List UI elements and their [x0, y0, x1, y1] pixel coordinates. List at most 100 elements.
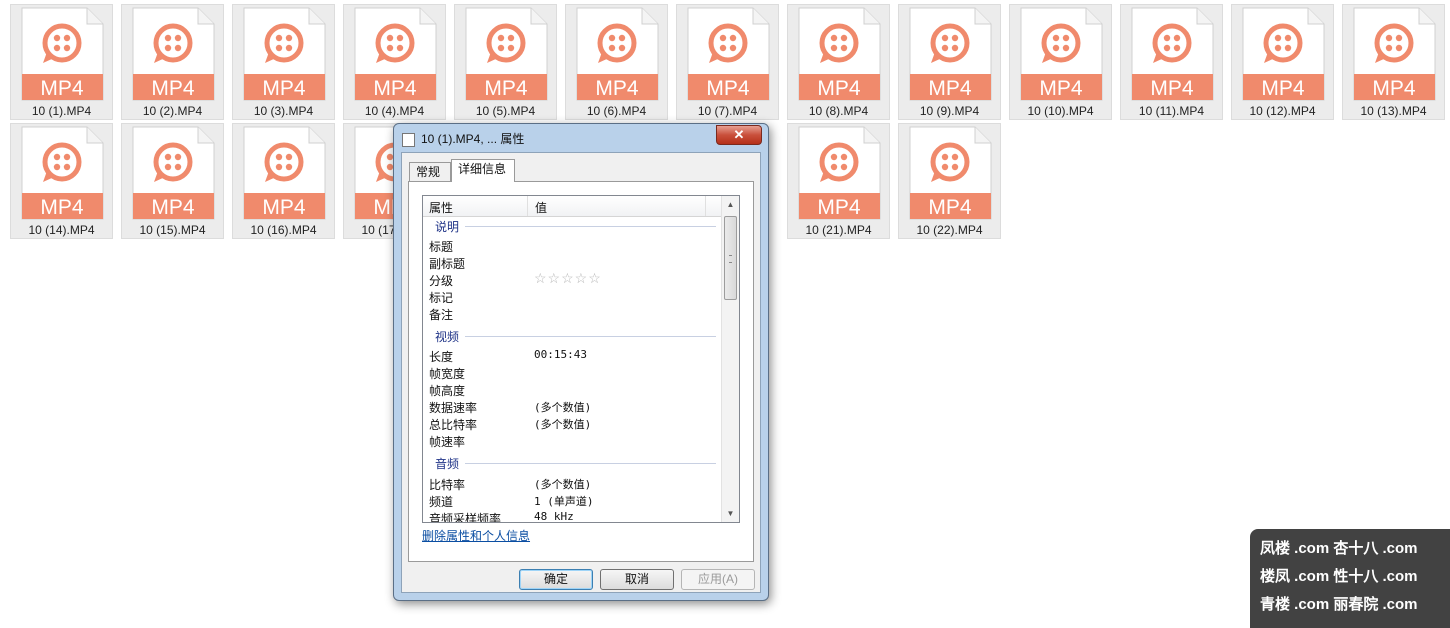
row-frame-width[interactable]: 帧宽度 [429, 364, 716, 381]
video-file-icon: MP4 [21, 126, 104, 220]
property-list[interactable]: 属性 值 说明 标题 副标题 分级 ☆☆☆☆☆ 标记 备注 视频 长度 00:15:… [422, 195, 740, 523]
file-properties-icon [402, 132, 415, 147]
file-tile[interactable]: MP4 10 (8).MP4 [787, 4, 890, 120]
close-button[interactable]: ✕ [716, 125, 762, 145]
row-tags[interactable]: 标记 [429, 288, 716, 305]
scroll-thumb[interactable] [724, 216, 737, 300]
video-file-icon: MP4 [909, 7, 992, 101]
video-file-icon: MP4 [21, 7, 104, 101]
ok-button[interactable]: 确定 [519, 569, 593, 590]
file-tile[interactable]: MP4 10 (11).MP4 [1120, 4, 1223, 120]
file-tile[interactable]: MP4 10 (3).MP4 [232, 4, 335, 120]
group-label: 说明 [435, 220, 460, 234]
file-tile[interactable]: MP4 10 (4).MP4 [343, 4, 446, 120]
file-badge: MP4 [151, 77, 195, 100]
file-badge: MP4 [928, 77, 972, 100]
file-tile[interactable]: MP4 10 (5).MP4 [454, 4, 557, 120]
file-name: 10 (16).MP4 [250, 223, 317, 237]
column-property[interactable]: 属性 [429, 199, 453, 216]
file-badge: MP4 [1372, 77, 1416, 100]
file-badge: MP4 [1261, 77, 1305, 100]
row-frame-rate[interactable]: 帧速率 [429, 432, 716, 449]
file-badge: MP4 [484, 77, 528, 100]
video-file-icon: MP4 [243, 126, 326, 220]
file-badge: MP4 [817, 77, 861, 100]
row-bitrate[interactable]: 比特率 (多个数值) [429, 475, 716, 492]
group-label: 视频 [435, 330, 460, 344]
file-name: 10 (12).MP4 [1249, 104, 1316, 118]
video-file-icon: MP4 [354, 7, 437, 101]
file-tile[interactable]: MP4 10 (22).MP4 [898, 123, 1001, 239]
video-file-icon: MP4 [465, 7, 548, 101]
file-tile[interactable]: MP4 10 (9).MP4 [898, 4, 1001, 120]
watermark-line: 青楼 .com 丽春院 .com [1260, 596, 1418, 613]
file-tile[interactable]: MP4 10 (12).MP4 [1231, 4, 1334, 120]
tab-details[interactable]: 详细信息 [451, 159, 515, 182]
row-value: 1 (单声道) [534, 495, 594, 508]
row-data-rate[interactable]: 数据速率 (多个数值) [429, 398, 716, 415]
video-file-icon: MP4 [576, 7, 659, 101]
file-badge: MP4 [151, 196, 195, 219]
row-value: 48 kHz [534, 510, 574, 523]
file-name: 10 (8).MP4 [808, 104, 869, 118]
apply-button[interactable]: 应用(A) [681, 569, 755, 590]
file-name: 10 (21).MP4 [805, 223, 872, 237]
row-rating[interactable]: 分级 ☆☆☆☆☆ [429, 270, 716, 288]
cancel-button[interactable]: 取消 [600, 569, 674, 590]
file-badge: MP4 [595, 77, 639, 100]
file-tile[interactable]: MP4 10 (15).MP4 [121, 123, 224, 239]
file-tile[interactable]: MP4 10 (6).MP4 [565, 4, 668, 120]
watermark-line: 楼凤 .com 性十八 .com [1260, 568, 1418, 585]
dialog-titlebar[interactable]: 10 (1).MP4, ... 属性 [400, 128, 762, 150]
row-key: 帧宽度 [429, 367, 466, 381]
file-tile[interactable]: MP4 10 (16).MP4 [232, 123, 335, 239]
file-tile[interactable]: MP4 10 (1).MP4 [10, 4, 113, 120]
group-audio: 音频 [435, 455, 716, 471]
file-badge: MP4 [928, 196, 972, 219]
row-key: 分级 [429, 274, 454, 288]
row-value: (多个数值) [534, 401, 592, 414]
dialog-title: 10 (1).MP4, ... 属性 [421, 132, 525, 146]
row-key: 备注 [429, 308, 454, 322]
list-rows: 说明 标题 副标题 分级 ☆☆☆☆☆ 标记 备注 视频 长度 00:15:43 帧宽… [423, 216, 722, 522]
row-key: 长度 [429, 350, 454, 364]
row-value: 00:15:43 [534, 348, 587, 361]
row-title[interactable]: 标题 [429, 237, 716, 254]
file-badge: MP4 [373, 77, 417, 100]
file-tile[interactable]: MP4 10 (7).MP4 [676, 4, 779, 120]
row-comments[interactable]: 备注 [429, 305, 716, 322]
remove-properties-link[interactable]: 删除属性和个人信息 [422, 527, 530, 544]
video-file-icon: MP4 [1131, 7, 1214, 101]
row-key: 总比特率 [429, 418, 478, 432]
scroll-up-icon[interactable]: ▲ [722, 196, 739, 213]
file-tile[interactable]: MP4 10 (2).MP4 [121, 4, 224, 120]
tab-general[interactable]: 常规 [409, 162, 451, 182]
rating-stars[interactable]: ☆☆☆☆☆ [534, 270, 602, 287]
file-tile[interactable]: MP4 10 (14).MP4 [10, 123, 113, 239]
file-name: 10 (5).MP4 [475, 104, 536, 118]
file-tile[interactable]: MP4 10 (10).MP4 [1009, 4, 1112, 120]
file-badge: MP4 [1150, 77, 1194, 100]
file-tile[interactable]: MP4 10 (13).MP4 [1342, 4, 1445, 120]
file-tile[interactable]: MP4 10 (21).MP4 [787, 123, 890, 239]
row-key: 数据速率 [429, 401, 478, 415]
column-value[interactable]: 值 [535, 199, 547, 216]
row-channels[interactable]: 频道 1 (单声道) [429, 492, 716, 509]
row-frame-height[interactable]: 帧高度 [429, 381, 716, 398]
row-subtitle[interactable]: 副标题 [429, 254, 716, 271]
vertical-scrollbar[interactable]: ▲ ▼ [721, 196, 739, 522]
row-total-bitrate[interactable]: 总比特率 (多个数值) [429, 415, 716, 432]
video-file-icon: MP4 [132, 126, 215, 220]
video-file-icon: MP4 [798, 7, 881, 101]
row-length[interactable]: 长度 00:15:43 [429, 347, 716, 364]
video-file-icon: MP4 [1242, 7, 1325, 101]
video-file-icon: MP4 [909, 126, 992, 220]
scroll-down-icon[interactable]: ▼ [722, 505, 739, 522]
row-key: 帧速率 [429, 435, 466, 449]
video-file-icon: MP4 [132, 7, 215, 101]
row-key: 帧高度 [429, 384, 466, 398]
details-panel: 属性 值 说明 标题 副标题 分级 ☆☆☆☆☆ 标记 备注 视频 长度 00:15:… [408, 181, 754, 562]
row-sample-rate[interactable]: 音频采样频率 48 kHz [429, 509, 716, 523]
file-badge: MP4 [262, 196, 306, 219]
file-name: 10 (1).MP4 [31, 104, 92, 118]
